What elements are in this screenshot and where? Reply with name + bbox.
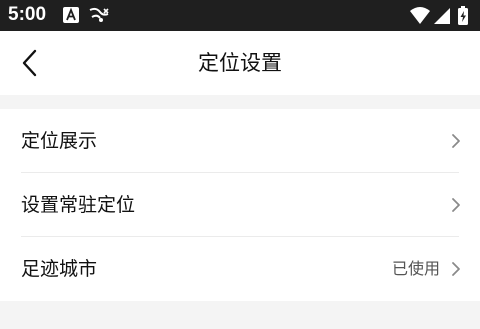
settings-item-label: 足迹城市 (21, 258, 98, 280)
settings-item-label: 设置常驻定位 (21, 194, 136, 216)
chevron-right-icon (452, 198, 460, 212)
chevron-right-icon (452, 134, 460, 148)
settings-item-footprint-cities[interactable]: 足迹城市 已使用 (0, 237, 480, 301)
status-right-icons (410, 6, 470, 30)
settings-list: 定位展示 设置常驻定位 足迹城市 已使用 (0, 109, 480, 301)
battery-charging-icon (458, 6, 468, 25)
page-title: 定位设置 (198, 51, 282, 75)
status-time: 5:00 (8, 4, 47, 25)
wifi-icon (410, 7, 430, 24)
a-badge-icon (63, 6, 79, 28)
cast-icon (88, 6, 110, 28)
app-header: 定位设置 (0, 31, 480, 95)
settings-item-location-display[interactable]: 定位展示 (0, 109, 480, 173)
signal-icon (434, 8, 450, 24)
chevron-right-icon (452, 262, 460, 276)
settings-item-resident-location[interactable]: 设置常驻定位 (0, 173, 480, 237)
status-bar: 5:00 (0, 0, 480, 31)
settings-item-value: 已使用 (391, 259, 440, 278)
settings-item-label: 定位展示 (21, 130, 98, 152)
